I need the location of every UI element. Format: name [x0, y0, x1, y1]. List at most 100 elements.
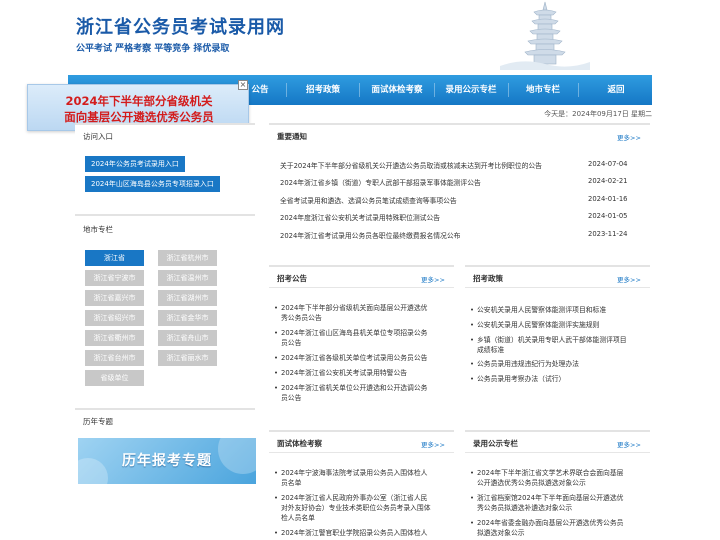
notices-panel: 重要通知 更多>> 关于2024年下半年部分省级机关公开遴选公务员取消或核减未达… — [269, 123, 650, 248]
list-item-line: 2024年浙江警官职业学院招录公务员入围体检人 — [281, 529, 428, 537]
list-item-line: 员名单 — [281, 479, 302, 487]
nav-item-interview[interactable]: 面试体检考察 — [364, 75, 430, 105]
list-item[interactable]: 2024年宁波海事法院考试录用公务员入围体检人员名单 — [274, 468, 428, 488]
list-item-line: 2024年浙江省机关单位公开遴选和公开选调公务 — [281, 384, 428, 392]
list-item-line: 公安机关录用人民警察体能测评实施规则 — [477, 321, 600, 329]
history-banner[interactable]: 历年报考专题 — [78, 438, 256, 484]
entry-panel: 访问入口 2024年公务员考试录用入口 2024年山区海岛县公务员专项招录入口 — [75, 123, 255, 199]
nav-item-policy[interactable]: 招考政策 — [296, 75, 350, 105]
nav-item-publicity[interactable]: 录用公示专栏 — [438, 75, 504, 105]
publicity-panel: 录用公示专栏 更多>> 2024年下半年浙江省文学艺术界联合会面向基层公开遴选优… — [465, 430, 650, 540]
list-item[interactable]: 2024年浙江省机关单位公开遴选和公开选调公务员公告 — [274, 383, 428, 403]
list-item-line: 公务员录用违规违纪行为处理办法 — [477, 360, 579, 368]
cities-title: 地市专栏 — [83, 225, 113, 234]
list-item[interactable]: 2024年浙江省各级机关单位考试录用公务员公告 — [274, 353, 427, 363]
history-panel: 历年专题 — [75, 408, 255, 434]
list-item-line: 公开遴选优秀公务员拟遴选对象公示 — [477, 479, 586, 487]
notice-row[interactable]: 全省考试录用和遴选、选调公务员笔试成绩查询等事项公告 — [280, 195, 457, 205]
list-item-line: 公务员录用考察办法（试行） — [477, 375, 566, 383]
nav-separator — [286, 83, 287, 97]
list-item[interactable]: 公务员录用考察办法（试行） — [470, 374, 566, 384]
list-item-line: 员公告 — [281, 339, 302, 347]
list-item[interactable]: 2024年浙江省公安机关考试录用特警公告 — [274, 368, 408, 378]
close-icon[interactable]: × — [238, 80, 248, 90]
list-item-line: 检人员名单 — [281, 514, 315, 522]
list-item-line: 成绩标准 — [477, 346, 505, 354]
pagoda-icon — [500, 1, 590, 70]
policies-more-link[interactable]: 更多>> — [617, 274, 641, 284]
notice-row[interactable]: 2024年浙江省乡镇（街道）专职人武部干部招录军事体能测评公告 — [280, 177, 481, 187]
city-button-provincial[interactable]: 省级单位 — [85, 370, 144, 386]
city-button-jiaxing[interactable]: 浙江省嘉兴市 — [85, 290, 144, 306]
notices-title: 重要通知 — [277, 132, 307, 141]
history-banner-text: 历年报考专题 — [122, 453, 212, 469]
city-button-taizhou[interactable]: 浙江省台州市 — [85, 350, 144, 366]
nav-item-cities[interactable]: 地市专栏 — [516, 75, 570, 105]
policies-title: 招考政策 — [473, 274, 503, 283]
city-button-hangzhou[interactable]: 浙江省杭州市 — [158, 250, 217, 266]
list-item[interactable]: 浙江省档案馆2024年下半年面向基层公开遴选优秀公务员拟遴选补遴选对象公示 — [470, 493, 623, 513]
panel-divider — [465, 452, 650, 453]
announcements-more-link[interactable]: 更多>> — [421, 274, 445, 284]
policies-panel: 招考政策 更多>> 公安机关录用人民警察体能测评项目和标准 公安机关录用人民警察… — [465, 265, 650, 415]
notices-more-link[interactable]: 更多>> — [617, 132, 641, 142]
site-header: 浙江省公务员考试录用网 公平考试 严格考察 平等竞争 择优录取 — [0, 0, 720, 75]
list-item-line: 员公告 — [281, 394, 302, 402]
publicity-title: 录用公示专栏 — [473, 439, 518, 448]
history-title: 历年专题 — [83, 417, 113, 426]
list-item[interactable]: 公安机关录用人民警察体能测评项目和标准 — [470, 305, 607, 315]
notice-row[interactable]: 2024年度浙江省公安机关考试录用特殊职位测试公告 — [280, 212, 440, 222]
notice-date: 2024-01-16 — [588, 195, 628, 203]
notice-date: 2024-02-21 — [588, 177, 628, 185]
interview-more-link[interactable]: 更多>> — [421, 439, 445, 449]
notice-date: 2024-07-04 — [588, 160, 628, 168]
list-item[interactable]: 2024年浙江省山区海岛县机关单位专项招录公务员公告 — [274, 328, 428, 348]
announcements-title: 招考公告 — [277, 274, 307, 283]
city-button-jinhua[interactable]: 浙江省金华市 — [158, 310, 217, 326]
list-item-line: 2024年浙江省公安机关考试录用特警公告 — [281, 369, 408, 377]
nav-separator — [578, 83, 579, 97]
city-button-shaoxing[interactable]: 浙江省绍兴市 — [85, 310, 144, 326]
city-button-quzhou[interactable]: 浙江省衢州市 — [85, 330, 144, 346]
current-date: 今天是：2024年09月17日 星期二 — [544, 110, 652, 118]
nav-item-back[interactable]: 返回 — [590, 75, 642, 105]
notice-row[interactable]: 2024年浙江省考试录用公务员各职位最终缴费报名情况公布 — [280, 230, 460, 240]
notice-date: 2023-11-24 — [588, 230, 628, 238]
list-item[interactable]: 2024年下半年部分省级机关面向基层公开遴选优秀公务员公告 — [274, 303, 428, 323]
list-item[interactable]: 2024年浙江省人民政府外事办公室（浙江省人民对外友好协会）专业技术类职位公务员… — [274, 493, 431, 523]
panel-divider — [269, 452, 454, 453]
city-button-zhoushan[interactable]: 浙江省舟山市 — [158, 330, 217, 346]
list-item-line: 2024年下半年部分省级机关面向基层公开遴选优 — [281, 304, 428, 312]
list-item-line: 拟遴选对象公示 — [477, 529, 525, 537]
nav-separator — [359, 83, 360, 97]
city-button-huzhou[interactable]: 浙江省湖州市 — [158, 290, 217, 306]
list-item[interactable]: 公务员录用违规违纪行为处理办法 — [470, 359, 579, 369]
nav-separator — [434, 83, 435, 97]
interview-title: 面试体检考察 — [277, 439, 322, 448]
publicity-more-link[interactable]: 更多>> — [617, 439, 641, 449]
entry-title: 访问入口 — [83, 132, 113, 141]
list-item[interactable]: 2024年下半年浙江省文学艺术界联合会面向基层公开遴选优秀公务员拟遴选对象公示 — [470, 468, 624, 488]
list-item-line: 2024年下半年浙江省文学艺术界联合会面向基层 — [477, 469, 624, 477]
city-button-wenzhou[interactable]: 浙江省温州市 — [158, 270, 217, 286]
list-item-line: 2024年浙江省山区海岛县机关单位专项招录公务 — [281, 329, 428, 337]
list-item-line: 2024年省委金融办面向基层公开遴选优秀公务员 — [477, 519, 624, 527]
cities-panel: 地市专栏 浙江省 浙江省杭州市 浙江省宁波市 浙江省温州市 浙江省嘉兴市 浙江省… — [75, 214, 255, 394]
city-button-ningbo[interactable]: 浙江省宁波市 — [85, 270, 144, 286]
list-item-line: 秀公务员拟遴选补遴选对象公示 — [477, 504, 573, 512]
list-item[interactable]: 2024年省委金融办面向基层公开遴选优秀公务员拟遴选对象公示 — [470, 518, 624, 538]
list-item[interactable]: 2024年浙江警官职业学院招录公务员入围体检人 — [274, 528, 428, 538]
list-item[interactable]: 乡镇（街道）机关录用专职人武干部体能测评项目成绩标准 — [470, 335, 627, 355]
list-item-line: 公安机关录用人民警察体能测评项目和标准 — [477, 306, 607, 314]
entry-button-exam[interactable]: 2024年公务员考试录用入口 — [85, 156, 185, 172]
city-button-lishui[interactable]: 浙江省丽水市 — [158, 350, 217, 366]
city-button-zhejiang[interactable]: 浙江省 — [85, 250, 144, 266]
entry-button-mountain[interactable]: 2024年山区海岛县公务员专项招录入口 — [85, 176, 220, 192]
panel-divider — [269, 287, 454, 288]
list-item[interactable]: 公安机关录用人民警察体能测评实施规则 — [470, 320, 600, 330]
floating-banner-line1: 2024年下半年部分省级机关 — [65, 94, 213, 108]
list-item-line: 对外友好协会）专业技术类职位公务员考录入围体 — [281, 504, 431, 512]
list-item-line: 2024年宁波海事法院考试录用公务员入围体检人 — [281, 469, 428, 477]
notice-row[interactable]: 关于2024年下半年部分省级机关公开遴选公务员取消或核减未达到开考比例职位的公告 — [280, 160, 542, 170]
list-item-line: 2024年浙江省人民政府外事办公室（浙江省人民 — [281, 494, 428, 502]
